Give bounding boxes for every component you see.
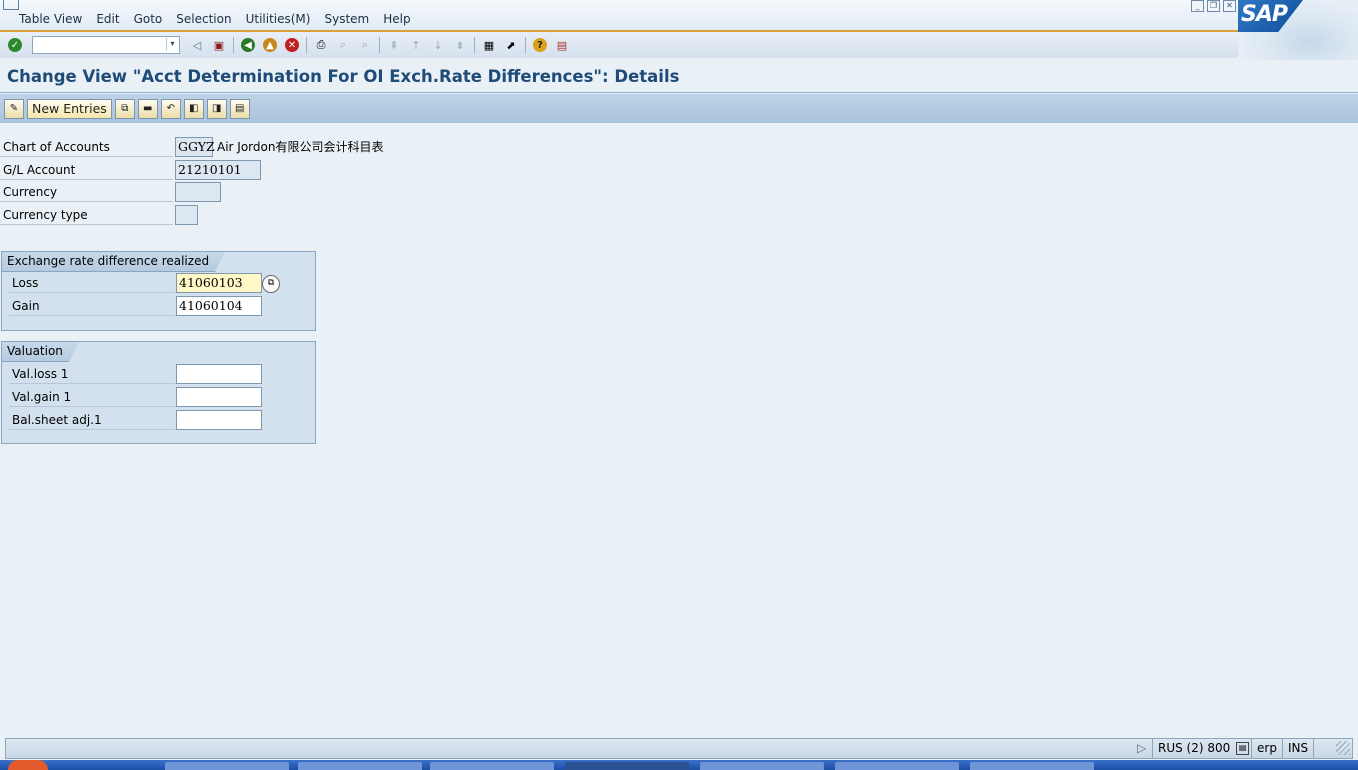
cancel-icon[interactable]: ✕ [283,36,301,54]
menu-edit[interactable]: Edit [96,12,119,26]
chart-of-accounts-description: Air Jordon有限公司会计科目表 [217,140,384,154]
display-change-icon[interactable]: ✎ [4,98,24,119]
delete-icon[interactable]: ▬ [137,98,158,119]
title-bar: Change View "Acct Determination For OI E… [0,60,1358,93]
val-loss-field[interactable] [176,364,262,384]
currency-field[interactable] [175,182,221,202]
loss-label: Loss [9,273,175,293]
val-gain-field[interactable] [176,387,262,407]
back-arrow-icon[interactable]: ◁ [188,36,206,54]
taskbar-item[interactable] [835,762,959,770]
enter-icon[interactable]: ✓ [6,36,24,54]
first-page-icon[interactable]: ⇞ [385,36,403,54]
help-icon[interactable]: ? [531,36,549,54]
taskbar-item[interactable] [970,762,1094,770]
taskbar-item[interactable] [700,762,824,770]
group-title: Exchange rate difference realized [2,252,225,272]
val-loss-label: Val.loss 1 [9,364,175,384]
select-all-icon[interactable]: ▤ [229,98,250,119]
save-icon[interactable]: ▣ [210,36,228,54]
gl-account-label: G/L Account [0,160,173,180]
system-list-icon[interactable]: ▤ [1236,742,1250,755]
close-icon[interactable]: ✕ [1223,0,1236,12]
bal-sheet-adj-label: Bal.sheet adj.1 [9,410,175,430]
valuation-group: Valuation Val.loss 1 Val.gain 1 Bal.shee… [1,341,316,444]
minimize-icon[interactable]: _ [1191,0,1204,12]
previous-page-icon[interactable]: ↑ [407,36,425,54]
previous-entry-icon[interactable]: ◧ [183,98,204,119]
loss-field[interactable]: 41060103 [176,273,262,293]
layout-icon[interactable]: ▤ [553,36,571,54]
status-system-text: RUS (2) 800 [1158,741,1231,755]
status-expand-icon[interactable]: ▷ [1137,739,1146,758]
menu-table-view[interactable]: Table View [19,12,82,26]
application-toolbar: ✎ New Entries ⧉ ▬ ↶ ◧ ◨ ▤ [0,94,1358,123]
separator [474,37,475,53]
exchange-rate-realized-group: Exchange rate difference realized Loss 4… [1,251,316,331]
bal-sheet-adj-field[interactable] [176,410,262,430]
val-gain-label: Val.gain 1 [9,387,175,407]
last-page-icon[interactable]: ⇟ [451,36,469,54]
undo-change-icon[interactable]: ↶ [160,98,181,119]
group-title: Valuation [2,342,79,362]
new-entries-button[interactable]: New Entries [27,98,112,119]
taskbar-item[interactable] [430,762,554,770]
separator [233,37,234,53]
create-shortcut-icon[interactable]: ⬈ [502,36,520,54]
create-session-icon[interactable]: ▦ [480,36,498,54]
page-title: Change View "Acct Determination For OI E… [7,67,680,86]
taskbar-item[interactable] [165,762,289,770]
separator [306,37,307,53]
start-button[interactable] [8,760,48,770]
sap-logo: SAP [1238,0,1358,60]
menu-system[interactable]: System [324,12,369,26]
standard-toolbar: ✓ ▾ ◁ ▣ ◀ ▲ ✕ ⎙ ⌕ ⌕ ⇞ ↑ ↓ ⇟ ▦ ⬈ ? ▤ [0,32,1238,58]
separator [525,37,526,53]
value-help-icon[interactable]: ⧉ [262,275,280,293]
window-controls: _ ❐ ✕ [1191,0,1236,12]
exit-icon[interactable]: ▲ [261,36,279,54]
status-insert-mode[interactable]: INS [1282,739,1313,758]
find-icon[interactable]: ⌕ [334,36,352,54]
menu-bar: Table View Edit Goto Selection Utilities… [0,0,1358,32]
gl-account-field[interactable]: 21210101 [175,160,261,180]
chart-of-accounts-label: Chart of Accounts [0,137,173,157]
resize-grip-icon[interactable] [1336,741,1350,755]
restore-icon[interactable]: ❐ [1207,0,1220,12]
taskbar-item-active[interactable] [565,762,689,770]
currency-type-label: Currency type [0,205,173,225]
menu-goto[interactable]: Goto [134,12,163,26]
currency-type-field[interactable] [175,205,198,225]
copy-as-icon[interactable]: ⧉ [114,98,135,119]
menu-utilities[interactable]: Utilities(M) [246,12,311,26]
print-icon[interactable]: ⎙ [312,36,330,54]
status-bar: ▷ RUS (2) 800 ▤ erp INS [5,738,1353,759]
gain-label: Gain [9,296,175,316]
system-menu-icon[interactable] [3,0,19,10]
chart-of-accounts-field[interactable]: GGYZ [175,137,215,157]
taskbar [0,760,1358,770]
next-entry-icon[interactable]: ◨ [206,98,227,119]
status-server: erp [1251,739,1282,758]
find-next-icon[interactable]: ⌕ [356,36,374,54]
command-field[interactable]: ▾ [32,36,180,54]
separator [379,37,380,53]
taskbar-item[interactable] [298,762,422,770]
menu-selection[interactable]: Selection [176,12,231,26]
next-page-icon[interactable]: ↓ [429,36,447,54]
back-icon[interactable]: ◀ [239,36,257,54]
currency-label: Currency [0,182,173,202]
menu: Table View Edit Goto Selection Utilities… [19,12,411,26]
status-system-info: RUS (2) 800 ▤ [1152,739,1254,758]
command-history-icon[interactable]: ▾ [166,38,178,50]
sap-logo-text: SAP [1238,0,1303,32]
gain-field[interactable]: 41060104 [176,296,262,316]
menu-help[interactable]: Help [383,12,410,26]
